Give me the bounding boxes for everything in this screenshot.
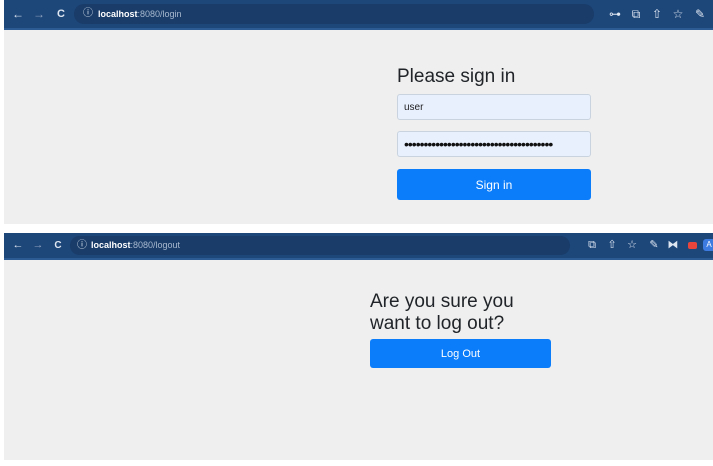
extension-blue-icon[interactable]: A [701, 233, 713, 258]
username-field[interactable] [397, 94, 591, 120]
login-browser-window: ← → C ⓘ localhost:8080/login ⊶ ⧉ ⇧ ☆ ✎ P… [4, 0, 713, 224]
bookmark-star-icon[interactable]: ☆ [624, 233, 640, 258]
red-badge-icon [687, 241, 697, 249]
share-icon[interactable]: ⇧ [604, 233, 620, 258]
blue-badge-letter: A [703, 239, 713, 252]
url-text[interactable]: localhost:8080/login [98, 4, 182, 24]
url-host: localhost [91, 240, 131, 250]
forward-arrow-icon[interactable]: → [31, 0, 47, 28]
bookmark-star-icon[interactable]: ☆ [670, 0, 686, 28]
browser-toolbar: ← → C ⓘ localhost:8080/login ⊶ ⧉ ⇧ ☆ ✎ [4, 0, 713, 30]
address-bar[interactable]: ⓘ localhost:8080/login [74, 4, 594, 24]
browser-toolbar: ← → C ⓘ localhost:8080/logout ⧉ ⇧ ☆ ✎ ⧓ … [4, 233, 713, 260]
sign-in-button[interactable]: Sign in [397, 169, 591, 200]
url-path: :8080/login [137, 9, 182, 19]
site-info-icon[interactable]: ⓘ [81, 4, 95, 24]
reload-icon[interactable]: C [50, 233, 66, 258]
pen-icon[interactable]: ✎ [646, 233, 662, 258]
translate-icon[interactable]: ⧉ [628, 0, 644, 28]
back-arrow-icon[interactable]: ← [10, 233, 26, 258]
address-bar[interactable]: ⓘ localhost:8080/logout [70, 236, 570, 255]
key-icon[interactable]: ⊶ [607, 0, 623, 28]
logout-confirm-heading: Are you sure you want to log out? [370, 291, 514, 335]
signin-heading: Please sign in [397, 66, 516, 87]
pen-icon[interactable]: ✎ [692, 0, 708, 28]
log-out-button[interactable]: Log Out [370, 339, 551, 368]
share-icon[interactable]: ⇧ [649, 0, 665, 28]
forward-arrow-icon[interactable]: → [30, 233, 46, 258]
url-host: localhost [98, 9, 138, 19]
url-path: :8080/logout [130, 240, 181, 250]
logout-browser-window: ← → C ⓘ localhost:8080/logout ⧉ ⇧ ☆ ✎ ⧓ … [4, 233, 713, 460]
heading-line-2: want to log out? [370, 313, 505, 334]
site-info-icon[interactable]: ⓘ [75, 236, 89, 255]
password-field[interactable] [397, 131, 591, 157]
url-text[interactable]: localhost:8080/logout [91, 236, 180, 255]
extension-red-icon[interactable] [684, 233, 700, 258]
heading-line-1: Are you sure you [370, 291, 514, 312]
extension-puzzle-icon[interactable]: ⧓ [665, 233, 681, 258]
back-arrow-icon[interactable]: ← [10, 0, 26, 28]
translate-icon[interactable]: ⧉ [584, 233, 600, 258]
reload-icon[interactable]: C [53, 0, 69, 28]
